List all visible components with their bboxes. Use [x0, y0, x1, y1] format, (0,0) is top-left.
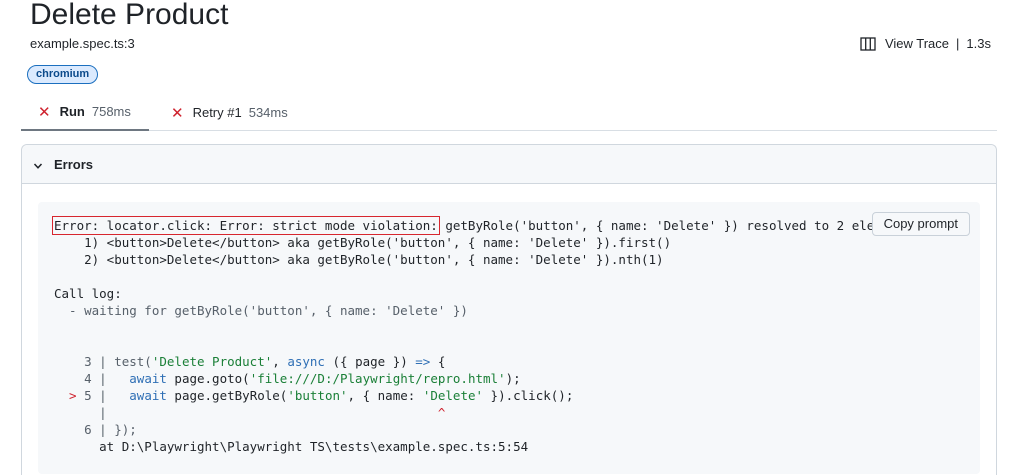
code-line-3-end: { [430, 354, 446, 369]
error-line-marker: > [54, 388, 85, 403]
code-line-5-mid: page.getByRole( [166, 388, 288, 403]
code-line-5-mid-2: , { name: [347, 388, 423, 403]
code-line-3-keyword: async [287, 354, 325, 369]
chevron-down-icon [33, 159, 43, 169]
call-log-line: - waiting for getByRole('button', { name… [54, 303, 468, 318]
x-icon: ✕ [171, 104, 184, 122]
tab-retry-label: Retry #1 [192, 105, 242, 120]
trace-separator: | [956, 36, 960, 51]
error-output: Error: locator.click: Error: strict mode… [52, 216, 920, 455]
code-line-3-string: 'Delete Product' [151, 354, 273, 369]
test-title: Delete Product [30, 0, 229, 31]
error-line-1: getByRole('button', { name: 'Delete' }) … [437, 218, 920, 233]
errors-header[interactable]: Errors [22, 145, 996, 184]
view-trace-link[interactable]: View Trace [885, 36, 949, 52]
error-highlight: Error: locator.click: Error: strict mode… [52, 216, 440, 235]
project-badge[interactable]: chromium [27, 65, 99, 84]
x-icon: ✕ [38, 103, 51, 121]
code-line-3-mid: , [272, 354, 288, 369]
caret-line-prefix: | [54, 405, 438, 420]
copy-prompt-button[interactable]: Copy prompt [871, 212, 970, 236]
code-line-3-prefix: 3 | test( [54, 354, 152, 369]
tab-retry-1[interactable]: ✕ Retry #1 534ms [171, 94, 288, 131]
code-line-3-arrow: => [415, 354, 431, 369]
error-panel: Error: locator.click: Error: strict mode… [38, 202, 980, 474]
call-log-heading: Call log: [54, 286, 122, 301]
code-line-3-rest: ({ page }) [324, 354, 416, 369]
code-line-4-prefix: 4 | [54, 371, 130, 386]
error-line-2: 1) <button>Delete</button> aka getByRole… [54, 235, 672, 250]
trace-info: View Trace | 1.3s [860, 36, 991, 52]
code-line-5-string-2: 'Delete' [422, 388, 484, 403]
code-line-4-mid: page.goto( [166, 371, 250, 386]
code-line-5-end: }).click(); [483, 388, 574, 403]
error-line-3: 2) <button>Delete</button> aka getByRole… [54, 252, 664, 267]
code-line-5-string-1: 'button' [287, 388, 348, 403]
result-tabs: ✕ Run 758ms ✕ Retry #1 534ms [21, 94, 997, 131]
code-line-4-string: 'file:///D:/Playwright/repro.html' [249, 371, 506, 386]
error-caret: ^ [437, 405, 446, 420]
code-line-6: 6 | }); [54, 422, 137, 437]
errors-section: Errors Error: locator.click: Error: stri… [21, 144, 997, 475]
code-line-4-end: ); [505, 371, 521, 386]
tab-run[interactable]: ✕ Run 758ms [21, 94, 149, 131]
code-line-4-keyword: await [129, 371, 167, 386]
tab-run-label: Run [59, 104, 85, 119]
tab-run-duration: 758ms [91, 104, 131, 119]
code-line-5-keyword: await [129, 388, 167, 403]
total-duration: 1.3s [966, 36, 991, 51]
error-location: at D:\Playwright\Playwright TS\tests\exa… [54, 439, 529, 454]
columns-icon[interactable] [860, 37, 876, 51]
spec-location: example.spec.ts:3 [30, 36, 135, 51]
errors-title: Errors [54, 156, 94, 172]
code-line-5-prefix: 5 | [84, 388, 130, 403]
tab-retry-duration: 534ms [248, 105, 288, 120]
